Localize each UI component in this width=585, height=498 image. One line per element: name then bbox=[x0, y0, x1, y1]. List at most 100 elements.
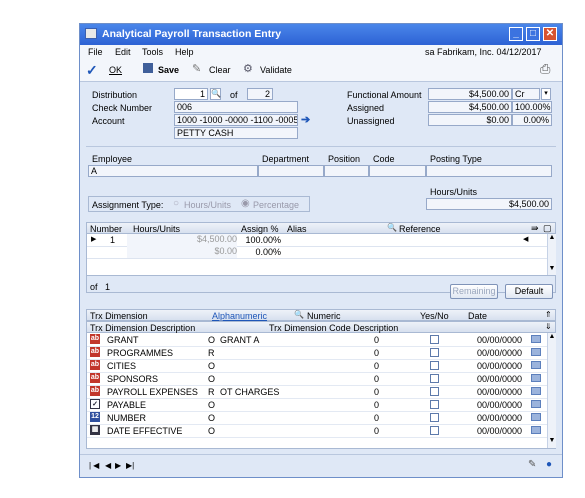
account-field: 1000 -1000 -0000 -1100 -0005 bbox=[174, 114, 298, 126]
cr-dropdown-icon[interactable]: ▾ bbox=[541, 88, 551, 100]
calendar-icon[interactable] bbox=[531, 374, 541, 382]
account-arrow-icon[interactable]: ➔ bbox=[301, 113, 310, 126]
print-icon[interactable]: ⎙ bbox=[540, 61, 550, 77]
divider bbox=[80, 454, 562, 455]
unassigned-percent-field: 0.00% bbox=[512, 114, 552, 126]
divider bbox=[86, 146, 556, 147]
note-icon[interactable]: ✎ bbox=[528, 459, 536, 470]
scroll-up-icon[interactable]: ▲ bbox=[548, 333, 556, 340]
yes-no-checkbox[interactable] bbox=[430, 426, 439, 435]
yes-no-checkbox[interactable] bbox=[430, 348, 439, 357]
minimize-button[interactable]: _ bbox=[509, 27, 523, 41]
percentage-radio[interactable]: ◉ bbox=[241, 198, 250, 209]
dimension-row[interactable]: ab PAYROLL EXPENSES R OT CHARGES 0 00/00/0000 bbox=[87, 385, 547, 399]
record-nav-first-icon[interactable]: |◀ bbox=[89, 461, 101, 470]
yes-no-checkbox[interactable] bbox=[430, 361, 439, 370]
dimension-flag: O bbox=[208, 335, 216, 345]
yes-no-checkbox[interactable] bbox=[430, 413, 439, 422]
alphanumeric-type-icon: ab bbox=[90, 334, 100, 344]
scroll-down-icon[interactable]: ▼ bbox=[548, 265, 556, 272]
yes-no-type-icon: ✓ bbox=[90, 399, 100, 409]
remaining-button[interactable]: Remaining bbox=[450, 284, 498, 299]
distribution-lookup-icon[interactable]: 🔍 bbox=[210, 88, 221, 100]
dimension-row[interactable]: ab GRANT O GRANT A 0 00/00/0000 bbox=[87, 333, 547, 347]
department-field bbox=[258, 165, 324, 177]
dimension-scrollbar[interactable]: ▲ ▼ bbox=[547, 333, 556, 448]
row-percent[interactable]: 100.00% bbox=[239, 235, 281, 245]
dimension-row[interactable]: 12 NUMBER O 0 00/00/0000 bbox=[87, 411, 547, 425]
maximize-button[interactable]: □ bbox=[526, 27, 540, 41]
save-icon bbox=[143, 63, 153, 73]
dimension-date: 00/00/0000 bbox=[477, 361, 523, 371]
validate-button[interactable]: Validate bbox=[260, 65, 292, 75]
menu-edit[interactable]: Edit bbox=[115, 47, 131, 57]
calendar-icon[interactable] bbox=[531, 361, 541, 369]
scroll-up-icon[interactable]: ▲ bbox=[548, 234, 556, 241]
clear-button[interactable]: Clear bbox=[209, 65, 231, 75]
assignment-type-group: Assignment Type: ○ Hours/Units ◉ Percent… bbox=[88, 196, 310, 212]
menu-tools[interactable]: Tools bbox=[142, 47, 163, 57]
dimension-numeric: 0 bbox=[373, 348, 379, 358]
yes-no-checkbox[interactable] bbox=[430, 374, 439, 383]
dimension-row[interactable]: ab PROGRAMMES R 0 00/00/0000 bbox=[87, 346, 547, 360]
close-button[interactable]: ✕ bbox=[543, 27, 557, 41]
yes-no-checkbox[interactable] bbox=[430, 335, 439, 344]
collapse-icon[interactable]: ⇑ bbox=[545, 310, 552, 319]
dimension-numeric: 0 bbox=[373, 361, 379, 371]
dimension-row[interactable]: ✓ PAYABLE O 0 00/00/0000 bbox=[87, 398, 547, 412]
menu-help[interactable]: Help bbox=[175, 47, 194, 57]
distribution-field[interactable]: 1 bbox=[174, 88, 208, 100]
posting-type-label: Posting Type bbox=[430, 154, 482, 164]
dimension-flag: O bbox=[208, 400, 216, 410]
ok-button[interactable]: OK bbox=[109, 65, 122, 75]
save-button[interactable]: Save bbox=[158, 65, 179, 75]
assignment-grid-header: Number Hours/Units Assign % Alias 🔍 Refe… bbox=[86, 222, 556, 234]
of-label: of bbox=[230, 90, 238, 100]
date-type-icon: ▦ bbox=[90, 425, 100, 435]
table-row[interactable]: $0.00 0.00% bbox=[87, 246, 547, 259]
record-nav-last-icon[interactable]: ▶| bbox=[126, 461, 134, 470]
functional-amount-label: Functional Amount bbox=[347, 90, 422, 100]
calendar-icon[interactable] bbox=[531, 400, 541, 408]
numeric-lookup-icon[interactable]: 🔍 bbox=[294, 310, 304, 319]
percentage-option-label: Percentage bbox=[253, 200, 300, 210]
hours-units-radio[interactable]: ○ bbox=[173, 198, 179, 209]
expand-icon[interactable]: ⇓ bbox=[545, 322, 552, 331]
dimension-date: 00/00/0000 bbox=[477, 374, 523, 384]
record-nav-next-icon[interactable]: ▶ bbox=[115, 461, 121, 470]
row-selector-icon: ▶ bbox=[91, 236, 97, 243]
assignment-scrollbar[interactable]: ▲ ▼ bbox=[547, 234, 556, 275]
scroll-down-icon[interactable]: ▼ bbox=[548, 437, 556, 444]
dimension-row[interactable]: ▦ DATE EFFECTIVE O 0 00/00/0000 bbox=[87, 424, 547, 438]
col-assign-percent: Assign % bbox=[241, 224, 279, 234]
row-arrow-icon: ◀ bbox=[523, 236, 529, 243]
yes-no-checkbox[interactable] bbox=[430, 387, 439, 396]
row-percent[interactable]: 0.00% bbox=[239, 247, 281, 257]
record-nav-prev-icon[interactable]: ◀ bbox=[105, 461, 111, 470]
calendar-icon[interactable] bbox=[531, 413, 541, 421]
default-button[interactable]: Default bbox=[505, 284, 553, 299]
assignment-grid-body: ▶ 1 $4,500.00 100.00% ◀ $0.00 0.00% ▲ ▼ bbox=[86, 234, 556, 276]
dimension-flag: R bbox=[208, 348, 215, 358]
calendar-icon[interactable] bbox=[531, 387, 541, 395]
window-title: Analytical Payroll Transaction Entry bbox=[102, 28, 282, 40]
dimension-row[interactable]: ab SPONSORS O 0 00/00/0000 bbox=[87, 372, 547, 386]
col-number: Number bbox=[90, 224, 123, 234]
help-icon[interactable]: ● bbox=[546, 459, 552, 470]
dimension-name: SPONSORS bbox=[107, 374, 159, 384]
yes-no-checkbox[interactable] bbox=[430, 400, 439, 409]
dimension-flag: R bbox=[208, 387, 215, 397]
col-alphanumeric[interactable]: Alphanumeric bbox=[212, 311, 267, 321]
menu-file[interactable]: File bbox=[88, 47, 103, 57]
calendar-icon[interactable] bbox=[531, 335, 541, 343]
unassigned-label: Unassigned bbox=[347, 116, 395, 126]
functional-amount-field: $4,500.00 bbox=[428, 88, 512, 100]
calendar-icon[interactable] bbox=[531, 426, 541, 434]
new-row-icon[interactable]: ▢ bbox=[543, 223, 552, 234]
account-label: Account bbox=[92, 116, 125, 126]
reference-lookup-icon[interactable]: 🔍 bbox=[387, 223, 397, 232]
dimension-row[interactable]: ab CITIES O 0 00/00/0000 bbox=[87, 359, 547, 373]
calendar-icon[interactable] bbox=[531, 348, 541, 356]
col-yes-no: Yes/No bbox=[420, 311, 449, 321]
expand-rows-icon[interactable]: ⇛ bbox=[531, 223, 539, 234]
